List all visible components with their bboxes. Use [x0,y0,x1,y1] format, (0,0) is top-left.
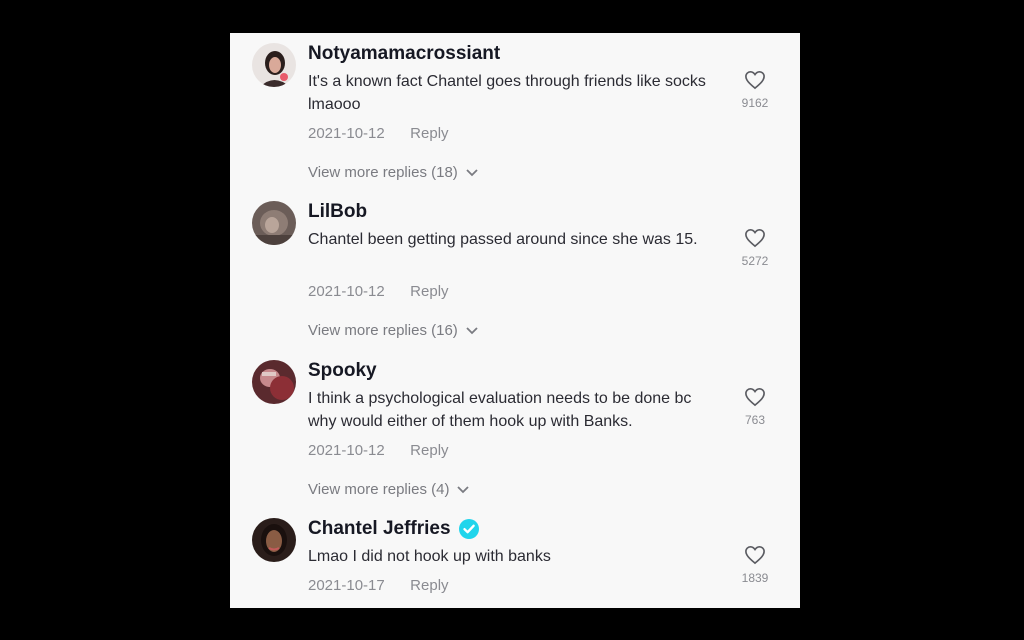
comment-text: Chantel been getting passed around since… [308,231,698,248]
heart-icon [745,70,765,90]
view-more-replies-label: View more replies (18) [308,164,458,181]
heart-icon [745,387,765,407]
comment-date: 2021-10-12 [308,283,385,300]
view-more-replies-label: View more replies (4) [308,481,450,498]
chevron-down-icon [466,168,478,176]
reply-button[interactable]: Reply [410,283,448,300]
avatar[interactable] [252,518,296,562]
comment-username[interactable]: Spooky [308,360,377,382]
like-count: 1839 [741,571,769,585]
like-count: 5272 [741,254,769,268]
reply-button[interactable]: Reply [410,577,448,594]
verified-badge-icon [458,519,479,539]
avatar[interactable] [252,360,296,404]
chevron-down-icon [457,485,470,493]
comment-meta: 2021-10-12 Reply [308,125,449,142]
comment-date: 2021-10-17 [308,577,385,594]
avatar[interactable] [252,43,296,87]
comment-text: I think a psychological evaluation needs… [308,390,692,430]
avatar[interactable] [252,201,296,245]
reply-button[interactable]: Reply [410,442,448,459]
heart-icon [745,228,765,248]
heart-icon [745,545,765,565]
comment-meta: 2021-10-12 Reply [308,442,449,459]
comment-date: 2021-10-12 [308,442,385,459]
like-count: 9162 [741,96,769,110]
view-more-replies-button[interactable]: View more replies (16) [308,322,478,339]
comment-date: 2021-10-12 [308,125,385,142]
like-button[interactable]: 9162 [735,70,775,110]
comment-text: Lmao I did not hook up with banks [308,548,551,565]
comment-username[interactable]: LilBob [308,201,367,223]
reply-button[interactable]: Reply [410,125,448,142]
comment-text: It's a known fact Chantel goes through f… [308,73,706,113]
comment-username[interactable]: Chantel Jeffries [308,518,479,540]
view-more-replies-button[interactable]: View more replies (18) [308,164,478,181]
comment-username[interactable]: Notyamamacrossiant [308,43,500,65]
like-button[interactable]: 5272 [735,228,775,268]
like-button[interactable]: 1839 [735,545,775,585]
view-more-replies-label: View more replies (16) [308,322,458,339]
view-more-replies-button[interactable]: View more replies (4) [308,481,470,498]
like-count: 763 [744,413,766,427]
comment-meta: 2021-10-12 Reply [308,283,449,300]
like-button[interactable]: 763 [735,387,775,427]
chevron-down-icon [466,326,478,334]
comment-meta: 2021-10-17 Reply [308,577,449,594]
comments-panel: Notyamamacrossiant It's a known fact Cha… [230,33,800,608]
